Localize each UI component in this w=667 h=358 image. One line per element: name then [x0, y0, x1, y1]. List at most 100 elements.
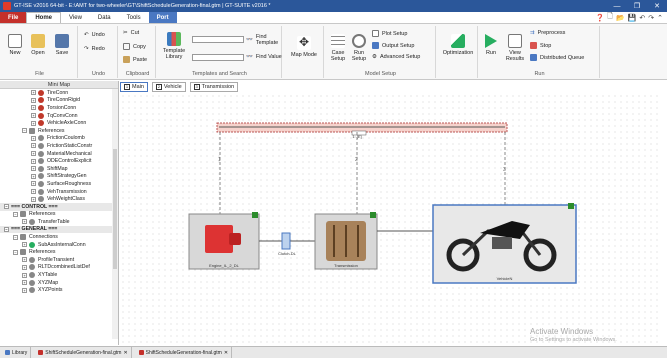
- cut-button[interactable]: ✂ Cut: [123, 30, 139, 36]
- open-button[interactable]: Open: [28, 34, 48, 56]
- minimap-header[interactable]: Mini Map: [0, 81, 118, 89]
- expand-toggle-icon[interactable]: +: [22, 242, 27, 248]
- plot-setup-button[interactable]: Plot Setup: [372, 30, 407, 37]
- tree-item[interactable]: + RLTDcombinedListDef: [0, 264, 118, 272]
- expand-toggle-icon[interactable]: +: [31, 143, 36, 149]
- tree-item[interactable]: + FrictionCoulomb: [0, 135, 118, 143]
- expand-toggle-icon[interactable]: −: [4, 226, 9, 232]
- expand-toggle-icon[interactable]: +: [22, 287, 27, 293]
- view-results-button[interactable]: View Results: [504, 34, 526, 62]
- open-file-icon[interactable]: 📂: [616, 14, 625, 22]
- tree-folder[interactable]: − References: [0, 211, 118, 219]
- clutch-component[interactable]: [281, 232, 291, 250]
- tree-item[interactable]: + ProfileTransient: [0, 256, 118, 264]
- tree-item[interactable]: + TireConnRigid: [0, 97, 118, 105]
- tree-section-header[interactable]: − === GENERAL ===: [0, 225, 118, 234]
- menu-home[interactable]: Home: [26, 12, 62, 23]
- ribbon-collapse-icon[interactable]: ⌃: [657, 14, 663, 22]
- undo-button[interactable]: ↶ Undo: [84, 32, 105, 38]
- close-icon[interactable]: ✕: [123, 350, 127, 356]
- expand-toggle-icon[interactable]: +: [31, 181, 36, 187]
- tree-scrollbar[interactable]: [112, 89, 118, 339]
- run-button[interactable]: Run: [482, 34, 500, 56]
- expand-toggle-icon[interactable]: +: [31, 97, 36, 103]
- expand-toggle-icon[interactable]: −: [13, 234, 18, 240]
- expand-toggle-icon[interactable]: +: [31, 189, 36, 195]
- output-setup-button[interactable]: Output Setup: [372, 42, 414, 49]
- tree-item[interactable]: + TqConvConn: [0, 112, 118, 120]
- optimization-button[interactable]: Optimization: [440, 34, 476, 56]
- tree-item[interactable]: + TorsionConn: [0, 104, 118, 112]
- find-template-button[interactable]: 👓 Find Template: [246, 34, 280, 46]
- tree-item[interactable]: + FrictionStaticConstr: [0, 142, 118, 150]
- template-library-button[interactable]: Template Library: [160, 32, 188, 60]
- expand-toggle-icon[interactable]: +: [22, 272, 27, 278]
- tree-item[interactable]: + XYTable: [0, 271, 118, 279]
- menu-tools[interactable]: Tools: [119, 12, 149, 23]
- save-icon[interactable]: 💾: [628, 14, 637, 22]
- distributed-queue-button[interactable]: Distributed Queue: [530, 54, 584, 61]
- scrollbar-thumb[interactable]: [113, 149, 117, 269]
- save-button[interactable]: Save: [52, 34, 72, 56]
- new-button[interactable]: New: [6, 34, 24, 56]
- expand-toggle-icon[interactable]: +: [31, 151, 36, 157]
- tree-item[interactable]: + ODEControlExplicit: [0, 157, 118, 165]
- tree-folder[interactable]: − Connections: [0, 233, 118, 241]
- maximize-button[interactable]: ❐: [627, 2, 647, 10]
- expand-toggle-icon[interactable]: +: [31, 120, 36, 126]
- tree-item[interactable]: + MaterialMechanical: [0, 150, 118, 158]
- tree-item[interactable]: + TireConn: [0, 89, 118, 97]
- model-canvas[interactable]: 1 2 3 1: [E] Engine_IL_2_DL Clutch-DL Tr…: [120, 93, 660, 345]
- help-icon[interactable]: ❓: [596, 14, 605, 22]
- tree-item[interactable]: + ShiftMap: [0, 165, 118, 173]
- expand-toggle-icon[interactable]: +: [31, 105, 36, 111]
- menu-port[interactable]: Port: [148, 12, 177, 23]
- expand-toggle-icon[interactable]: −: [22, 128, 27, 134]
- new-file-icon[interactable]: 🗋: [607, 12, 613, 23]
- expand-toggle-icon[interactable]: +: [31, 90, 36, 96]
- preprocess-button[interactable]: ⇉ Preprocess: [530, 30, 565, 36]
- close-button[interactable]: ✕: [647, 2, 667, 10]
- expand-toggle-icon[interactable]: +: [31, 158, 36, 164]
- file-tab-1[interactable]: ShiftScheduleGeneration-final.gtm ✕: [35, 347, 132, 358]
- expand-toggle-icon[interactable]: +: [31, 135, 36, 141]
- undo-icon[interactable]: ↶: [639, 14, 645, 22]
- library-tab[interactable]: Library: [2, 347, 32, 358]
- tree-item[interactable]: + SubAssInternalConn: [0, 241, 118, 249]
- advanced-setup-button[interactable]: ⚙ Advanced Setup: [372, 54, 420, 60]
- tree-item[interactable]: + ShiftStrategyGen: [0, 173, 118, 181]
- expand-toggle-icon[interactable]: +: [31, 166, 36, 172]
- find-value-input[interactable]: [192, 54, 244, 61]
- map-mode-button[interactable]: ✥ Map Mode: [290, 36, 318, 58]
- expand-toggle-icon[interactable]: +: [31, 113, 36, 119]
- copy-button[interactable]: Copy: [123, 43, 146, 50]
- paste-button[interactable]: Paste: [123, 56, 147, 63]
- tree-section-header[interactable]: − === CONTROL ===: [0, 202, 118, 211]
- find-value-button[interactable]: 👓 Find Value: [246, 54, 282, 60]
- tab-vehicle[interactable]: 2 Vehicle: [151, 82, 186, 92]
- expand-toggle-icon[interactable]: −: [13, 211, 18, 217]
- tree-item[interactable]: + VehWeightClass: [0, 195, 118, 203]
- tree-item[interactable]: + TransferTable: [0, 218, 118, 226]
- expand-toggle-icon[interactable]: +: [22, 257, 27, 263]
- expand-toggle-icon[interactable]: +: [22, 219, 27, 225]
- tree-item[interactable]: + SurfaceRoughness: [0, 180, 118, 188]
- case-setup-button[interactable]: Case Setup: [329, 34, 347, 62]
- tree-item[interactable]: + XYZPoints: [0, 286, 118, 294]
- find-template-input[interactable]: [192, 36, 244, 43]
- expand-toggle-icon[interactable]: +: [22, 280, 27, 286]
- menu-data[interactable]: Data: [90, 12, 119, 23]
- file-tab-2[interactable]: ShiftScheduleGeneration-final.gtm ✕: [136, 347, 233, 358]
- redo-icon[interactable]: ↷: [648, 14, 654, 22]
- menu-file[interactable]: File: [0, 12, 27, 23]
- expand-toggle-icon[interactable]: −: [13, 249, 18, 255]
- tree-folder[interactable]: − References: [0, 248, 118, 256]
- redo-button[interactable]: ↷ Redo: [84, 46, 105, 52]
- run-setup-button[interactable]: Run Setup: [350, 34, 368, 62]
- menu-view[interactable]: View: [61, 12, 90, 23]
- tree-folder[interactable]: − References: [0, 127, 118, 135]
- expand-toggle-icon[interactable]: +: [22, 264, 27, 270]
- expand-toggle-icon[interactable]: −: [4, 204, 9, 210]
- expand-toggle-icon[interactable]: +: [31, 196, 36, 202]
- expand-toggle-icon[interactable]: +: [31, 173, 36, 179]
